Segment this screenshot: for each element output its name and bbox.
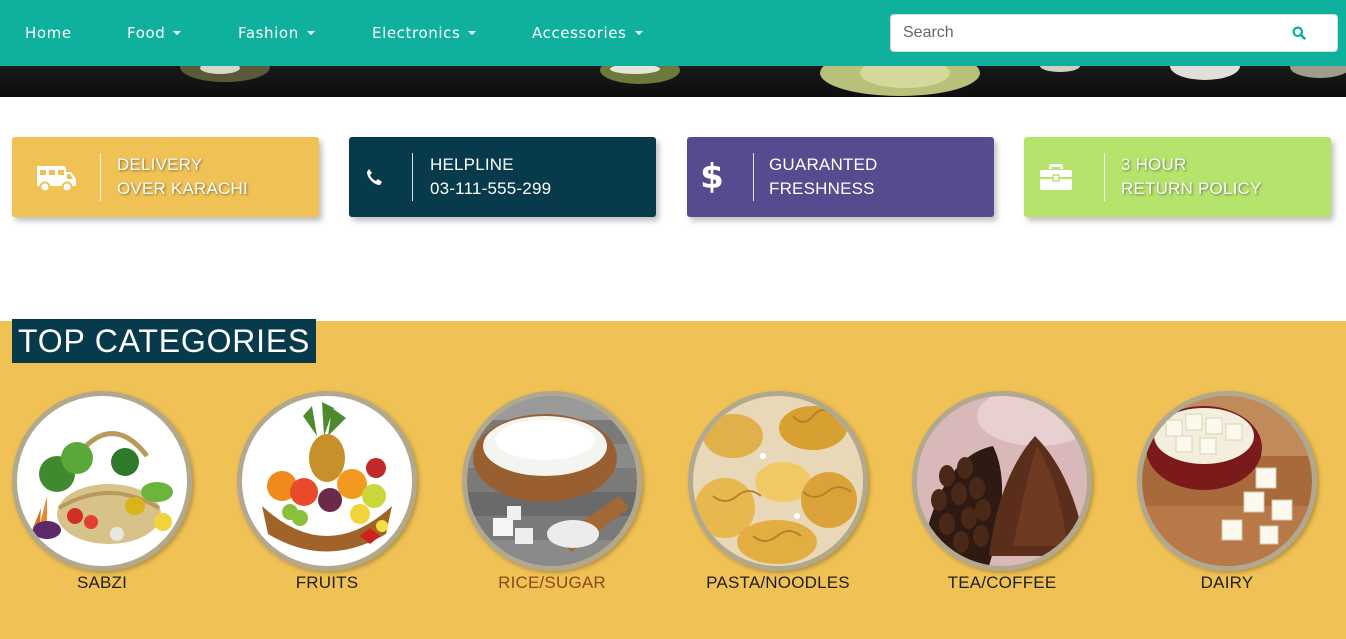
feature-card-delivery: DELIVERY OVER KARACHI — [12, 137, 319, 217]
category-sabzi[interactable]: SABZI — [12, 391, 192, 601]
top-navbar: Home Food Fashion Electronics Accessorie… — [0, 0, 1346, 66]
feature-text: HELPLINE 03-111-555-299 — [430, 153, 551, 201]
search-button[interactable] — [1261, 15, 1337, 51]
category-image-coffee — [912, 391, 1092, 571]
card-divider — [1104, 153, 1105, 201]
category-tea-coffee[interactable]: TEA/COFFEE — [912, 391, 1092, 601]
feature-line2: FRESHNESS — [769, 179, 875, 198]
category-image-sugar — [462, 391, 642, 571]
phone-icon — [349, 137, 399, 217]
category-label: RICE/SUGAR — [498, 573, 606, 592]
nav-item-home[interactable]: Home — [25, 0, 72, 66]
dollar-icon: $ — [700, 157, 724, 197]
category-image-dairy — [1137, 391, 1317, 571]
search-input[interactable] — [891, 15, 1271, 51]
category-fruits[interactable]: FRUITS — [237, 391, 417, 601]
truck-icon — [12, 137, 100, 217]
nav-item-label: Food — [127, 24, 166, 42]
category-image-vegetables — [12, 391, 192, 571]
category-image-fruits — [237, 391, 417, 571]
hero-banner-image — [0, 66, 1346, 97]
category-label: SABZI — [76, 573, 128, 592]
caret-down-icon — [306, 30, 315, 35]
feature-line1: GUARANTED — [769, 155, 878, 174]
top-categories-section: TOP CATEGORIES SABZI FRUITS RICE/SUGAR P… — [0, 319, 1346, 639]
category-label: PASTA/NOODLES — [706, 573, 850, 592]
feature-line2: OVER KARACHI — [117, 179, 248, 198]
feature-card-helpline: HELPLINE 03-111-555-299 — [349, 137, 656, 217]
card-divider — [100, 153, 101, 201]
nav-item-accessories[interactable]: Accessories — [532, 0, 643, 66]
category-dairy[interactable]: DAIRY — [1137, 391, 1317, 601]
feature-line2: RETURN POLICY — [1121, 179, 1262, 198]
nav-item-label: Home — [25, 24, 72, 42]
feature-text: DELIVERY OVER KARACHI — [117, 153, 248, 201]
card-divider — [753, 153, 754, 201]
card-divider — [412, 153, 413, 201]
nav-item-food[interactable]: Food — [127, 0, 182, 66]
category-image-pasta — [688, 391, 868, 571]
feature-text: GUARANTED FRESHNESS — [769, 153, 878, 201]
nav-item-label: Electronics — [372, 24, 461, 42]
section-title: TOP CATEGORIES — [12, 319, 317, 363]
caret-down-icon — [634, 30, 643, 35]
category-rice-sugar[interactable]: RICE/SUGAR — [462, 391, 642, 601]
category-label: FRUITS — [295, 573, 359, 592]
search-box — [890, 14, 1338, 52]
nav-item-label: Accessories — [532, 24, 627, 42]
nav-item-label: Fashion — [238, 24, 299, 42]
feature-line1: 3 HOUR — [1121, 155, 1187, 174]
category-pasta-noodles[interactable]: PASTA/NOODLES — [688, 391, 868, 601]
nav-item-electronics[interactable]: Electronics — [372, 0, 477, 66]
caret-down-icon — [173, 30, 182, 35]
category-label: DAIRY — [1200, 573, 1254, 592]
feature-text: 3 HOUR RETURN POLICY — [1121, 153, 1262, 201]
caret-down-icon — [468, 30, 477, 35]
feature-card-return-policy: 3 HOUR RETURN POLICY — [1024, 137, 1331, 217]
nav-item-fashion[interactable]: Fashion — [238, 0, 315, 66]
briefcase-icon — [1024, 137, 1088, 217]
feature-line1: DELIVERY — [117, 155, 203, 174]
feature-card-freshness: $ GUARANTED FRESHNESS — [687, 137, 994, 217]
category-label: TEA/COFFEE — [947, 573, 1057, 592]
feature-line2: 03-111-555-299 — [430, 179, 552, 198]
search-icon — [1292, 26, 1306, 40]
feature-line1: HELPLINE — [430, 155, 514, 174]
